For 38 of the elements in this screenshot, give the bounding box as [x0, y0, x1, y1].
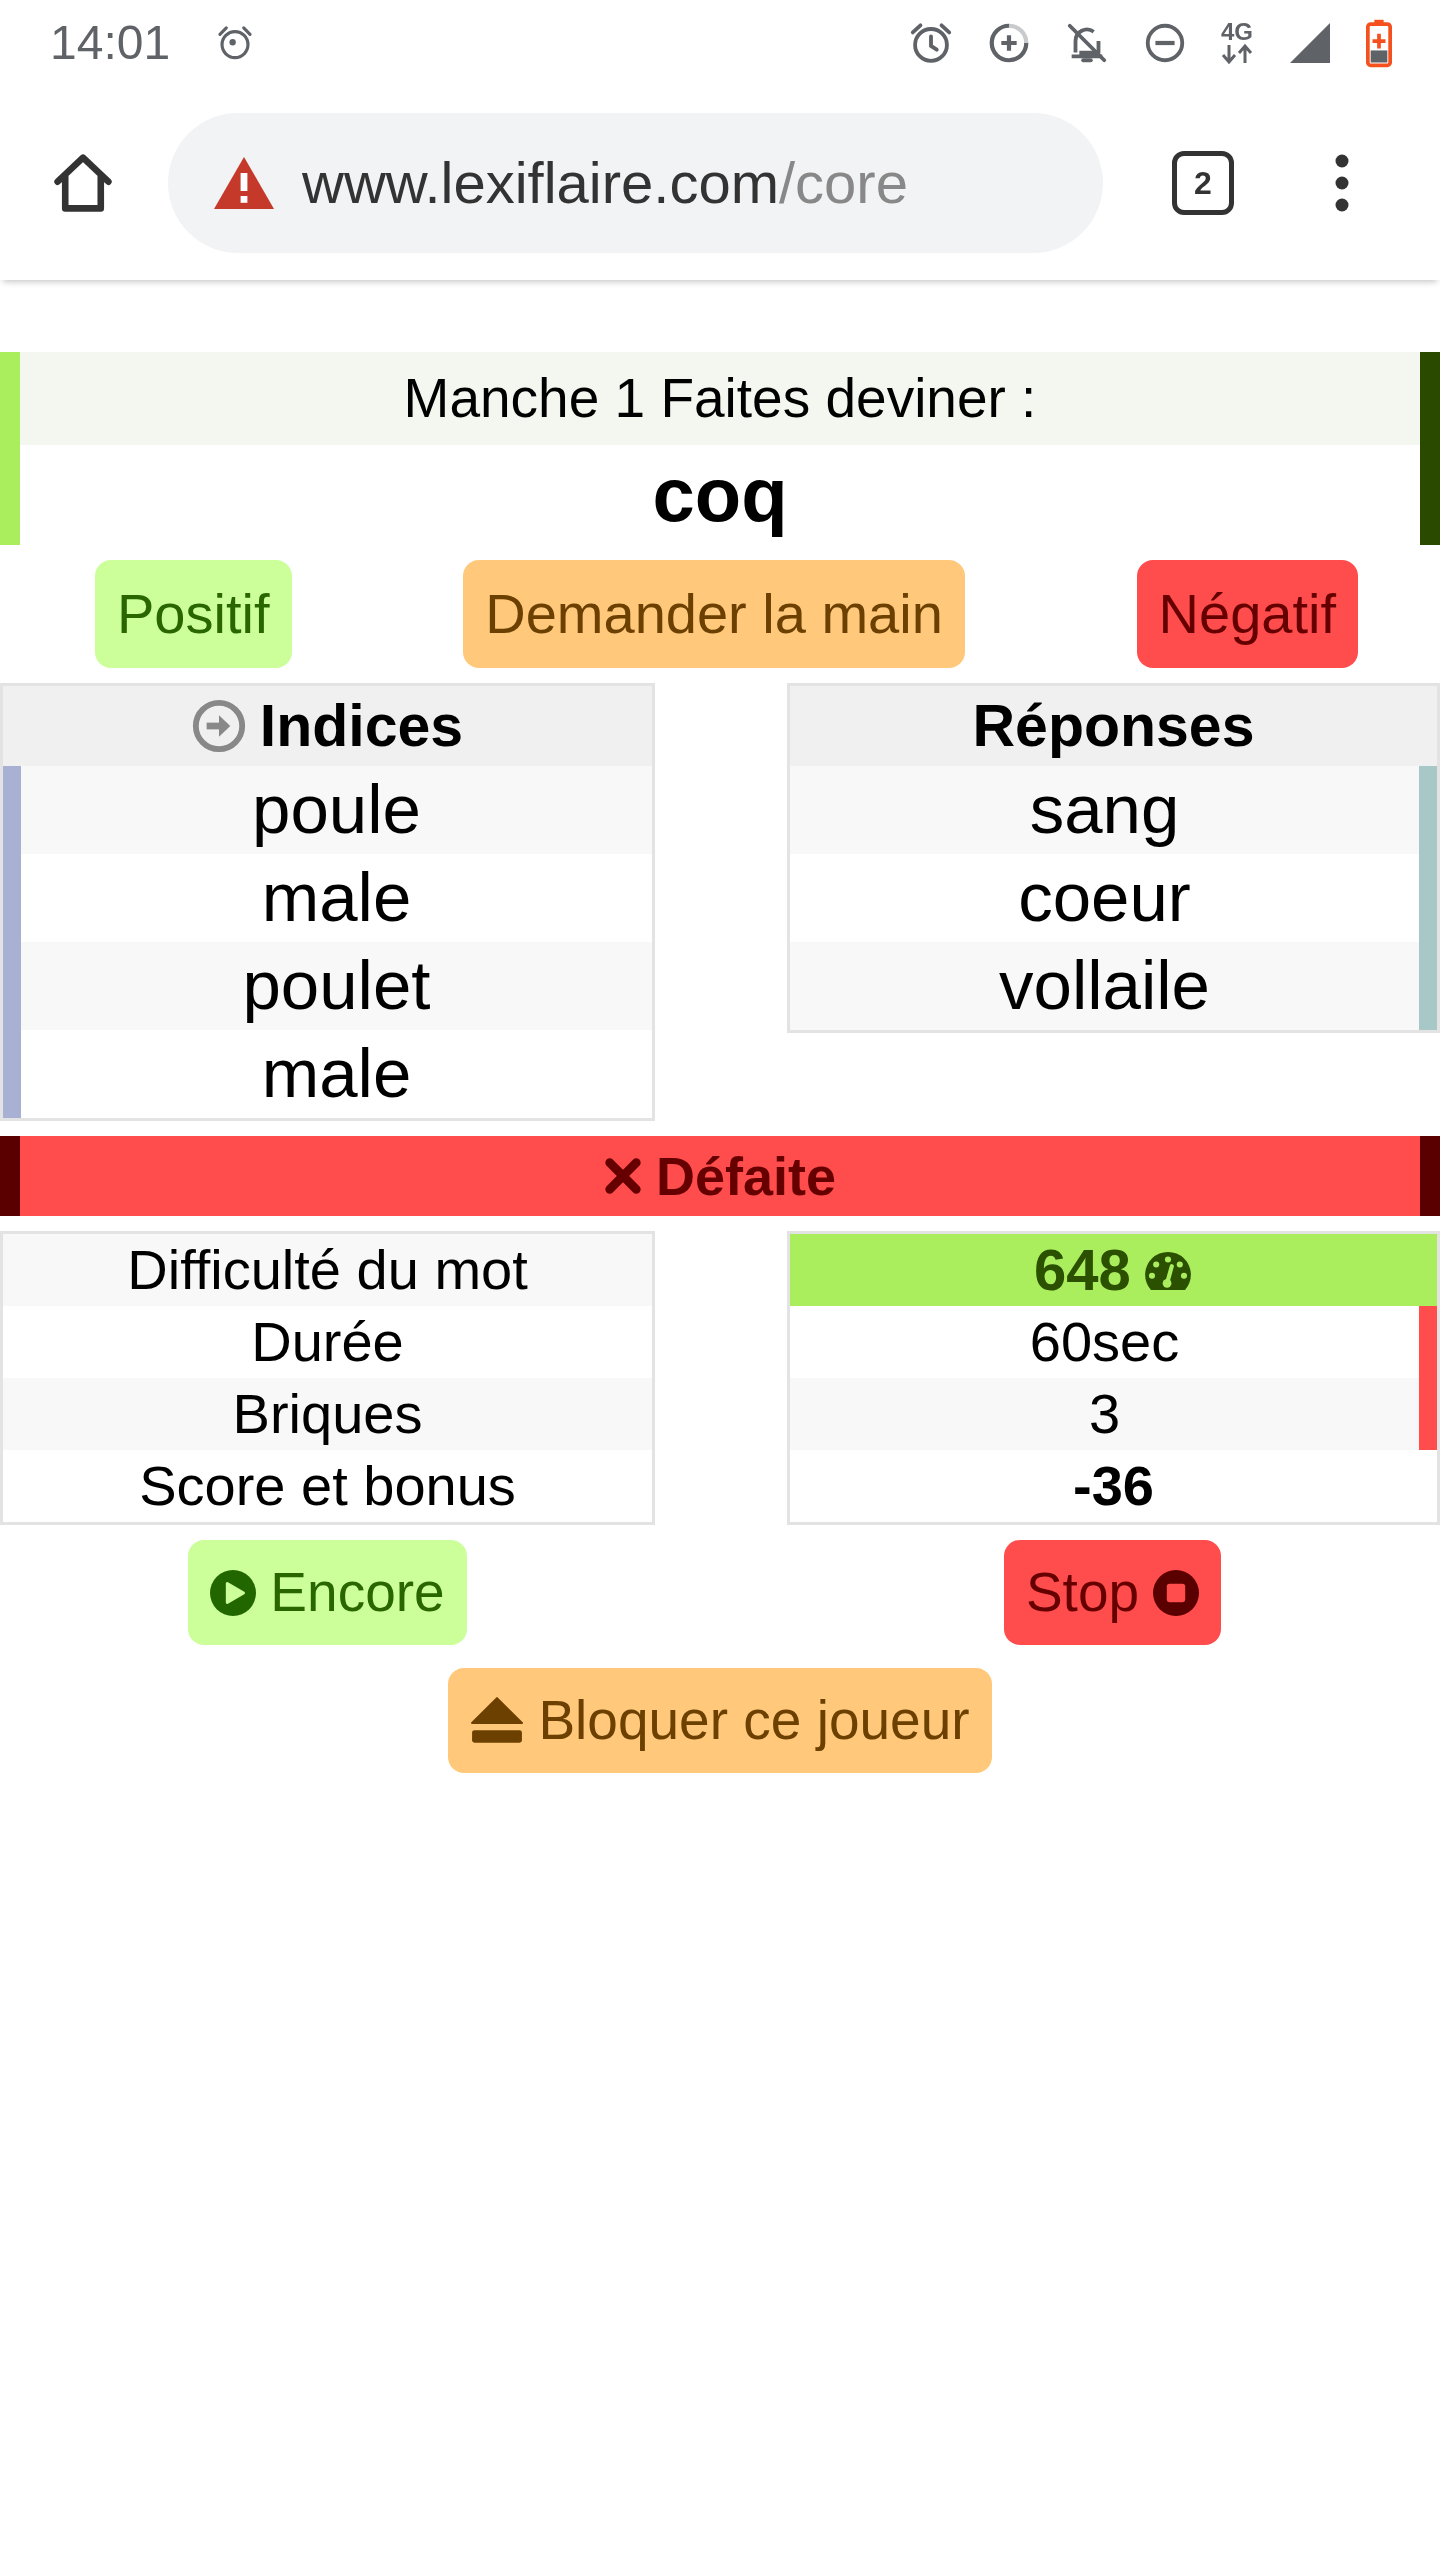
eject-icon	[470, 1695, 525, 1746]
data-arrows-icon	[1220, 42, 1254, 65]
alarm-icon	[216, 23, 255, 62]
table-cell: Difficulté du mot	[3, 1234, 652, 1306]
table-cell: Briques	[3, 1378, 652, 1450]
network-type: 4G	[1221, 20, 1253, 43]
cross-icon	[603, 1157, 642, 1195]
table-cell: poulet	[3, 942, 652, 1030]
table-cell-text: Score et bonus	[138, 1453, 517, 1519]
column-title: Réponses	[972, 696, 1255, 756]
table-cell: male	[3, 1030, 652, 1118]
table-cell: poule	[3, 766, 652, 854]
column-title: Indices	[259, 696, 464, 756]
status-time: 14:01	[50, 18, 171, 67]
play-icon	[210, 1569, 257, 1616]
battery-icon	[1366, 17, 1392, 68]
result-label: Défaite	[655, 1149, 837, 1203]
table-cell-text: Durée	[250, 1309, 405, 1375]
target-word: coq	[651, 451, 789, 539]
positive-button[interactable]: Positif	[95, 560, 292, 668]
difficulty-value: 648	[1034, 1241, 1131, 1299]
negative-button[interactable]: Négatif	[1136, 560, 1358, 668]
url-text: www.lexiflaire.com/core	[302, 149, 908, 217]
table-cell: 3	[790, 1378, 1437, 1450]
round-title: Manche 1 Faites deviner :	[20, 352, 1420, 445]
gauge-icon	[1142, 1250, 1193, 1290]
table-cell: sang	[790, 766, 1437, 854]
arrow-circle-icon	[191, 699, 246, 753]
ask-hand-button[interactable]: Demander la main	[463, 560, 965, 668]
address-bar[interactable]: www.lexiflaire.com/core	[168, 112, 1103, 253]
menu-icon[interactable]	[1334, 152, 1350, 213]
block-player-button[interactable]: Bloquer ce joueur	[448, 1668, 992, 1773]
table-cell: vollaile	[790, 942, 1437, 1030]
table-cell-text: -36	[1072, 1453, 1155, 1519]
tab-count-button[interactable]: 2	[1172, 150, 1234, 215]
stop-button[interactable]: Stop	[1003, 1540, 1222, 1645]
stop-icon	[1153, 1569, 1200, 1616]
replay-button[interactable]: Encore	[188, 1540, 467, 1645]
